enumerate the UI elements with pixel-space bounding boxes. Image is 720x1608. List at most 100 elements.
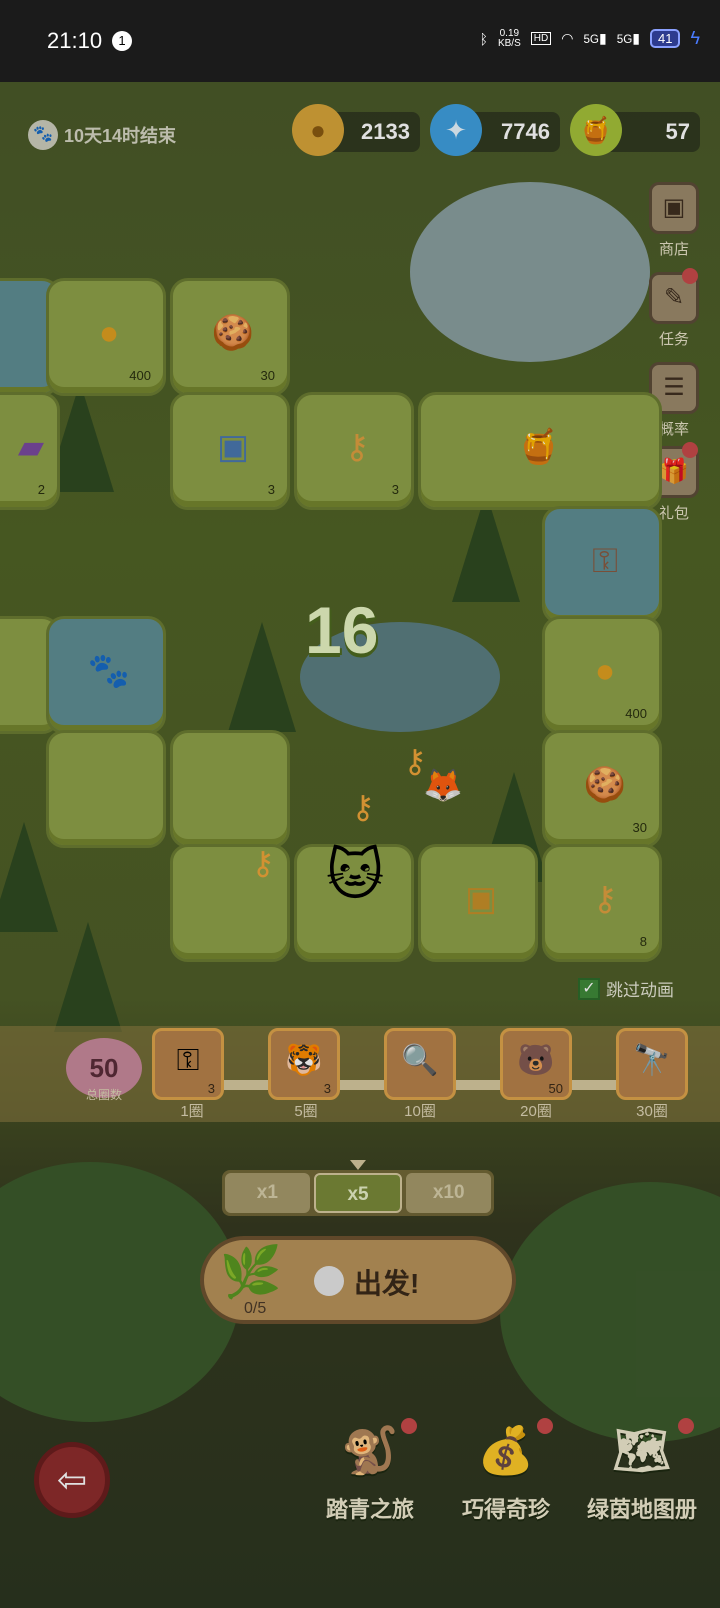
lap-progress-bar: 50 总圈数 ⚿ 3 1圈 🐯 3 5圈 🔍 10圈 🐻 50 20圈 🔭 30… (0, 1026, 720, 1122)
special-key-icon: ⚿ (592, 542, 618, 580)
milestone-label: 20圈 (520, 1103, 552, 1120)
blue-chest-icon: ▣ (216, 428, 250, 466)
bush-scenery (500, 1182, 720, 1442)
notification-badge: 1 (112, 31, 132, 51)
board-tile: 🍪 30 (170, 278, 290, 396)
nav-treasure[interactable]: 💰 巧得奇珍 (441, 1412, 571, 1524)
paw-icon: 🐾 (28, 120, 58, 150)
board-tile: ▣ (418, 844, 538, 962)
multiplier-x1[interactable]: x1 (225, 1173, 310, 1213)
multiplier-x5[interactable]: x5 (313, 1173, 403, 1213)
telescope-icon: 🔭 (633, 1044, 671, 1077)
skip-animation-toggle[interactable]: ✓ 跳过动画 (578, 976, 674, 1001)
coin-icon: ● (292, 104, 344, 156)
board-tile: ● 400 (542, 616, 662, 734)
map-album-icon: 🗺 (612, 1424, 672, 1476)
side-button-shop[interactable]: ▣ 商店 (644, 182, 704, 259)
status-bar: 21:10 1 ᛒ 0.19 KB/S HD ◠ 5G▮ 5G▮ 41 ϟ (0, 0, 720, 82)
honey-jar-icon: 🍯 (517, 428, 561, 466)
side-button-tasks[interactable]: ✎ 任务 (644, 268, 704, 349)
multiplier-selector: x1 x5 x10 (222, 1170, 494, 1216)
go-button[interactable]: 🌿 0/5 出发! (200, 1236, 516, 1324)
honey-counter: 🍯 57 (570, 104, 700, 156)
clock: 21:10 (47, 28, 103, 53)
treasure-icon: 💰 (477, 1424, 535, 1476)
nav-journey[interactable]: 🐒 踏青之旅 (305, 1412, 435, 1524)
milestone-reward[interactable]: 🔍 (384, 1028, 456, 1100)
board-tile: ▣ 3 (170, 392, 290, 510)
biscuit-icon: 🍪 (211, 314, 255, 352)
coin-counter: ● 2133 (292, 104, 420, 156)
tree-scenery (54, 922, 122, 1032)
leaf-count: 0/5 (244, 1300, 267, 1317)
board-tile: 🐾 (46, 616, 166, 734)
fountain-scenery (410, 182, 650, 362)
nav-map-album[interactable]: 🗺 绿茵地图册 (572, 1412, 712, 1524)
bear-card-icon: 🐻 (517, 1044, 555, 1077)
board-tile: ⚷ 3 (294, 392, 414, 510)
milestone-label: 1圈 (180, 1103, 204, 1120)
signal-icon-1: 5G▮ (583, 30, 607, 46)
magnifier-icon: 🔍 (401, 1044, 439, 1077)
honey-jar-icon: 🍯 (570, 104, 622, 156)
key-icon: ⚿ (176, 1044, 200, 1077)
cat-box-icon: 🐯 (285, 1044, 323, 1077)
milestone-reward[interactable]: 🐻 50 (500, 1028, 572, 1100)
key-icon: ⚷ (344, 428, 370, 466)
journey-icon: 🐒 (341, 1424, 399, 1476)
milestone-reward[interactable]: 🐯 3 (268, 1028, 340, 1100)
hd-icon: HD (530, 32, 552, 45)
biscuit-icon: 🍪 (583, 766, 627, 804)
gem-counter[interactable]: ✦ 7746 (430, 104, 560, 156)
total-laps-label: 总圈数 (85, 1088, 122, 1102)
tree-scenery (228, 622, 296, 732)
board-tile: ▰ 2 (0, 392, 60, 510)
shop-icon: ▣ (649, 182, 699, 234)
key-icon: ⚷ (592, 880, 618, 918)
board-tile: ● 400 (46, 278, 166, 396)
board-tile (46, 730, 166, 848)
milestone-reward[interactable]: 🔭 (616, 1028, 688, 1100)
charging-icon: ϟ (690, 28, 700, 48)
milestone-label: 30圈 (636, 1103, 668, 1120)
milestone-label: 10圈 (404, 1103, 436, 1120)
gold-chest-icon: ▣ (464, 880, 498, 918)
board-tile-honey: 🍯 (418, 392, 662, 510)
notification-dot (537, 1418, 553, 1434)
flying-key-icon: ⚷ (251, 845, 275, 881)
signal-icon-2: 5G▮ (616, 30, 640, 46)
purple-chest-icon: ▰ (17, 428, 45, 466)
coin-icon: ● (98, 314, 120, 352)
back-button[interactable]: ⇦ (34, 1442, 110, 1518)
gem-plus-icon[interactable]: ✦ (430, 104, 482, 156)
board-tile (170, 730, 290, 848)
go-button-label: 出发! (354, 1268, 420, 1299)
system-icons: ᛒ 0.19 KB/S HD ◠ 5G▮ 5G▮ 41 ϟ (480, 28, 700, 49)
event-timer-text: 10天14时结束 (64, 126, 177, 146)
dice-roll-number: 16 (305, 593, 379, 667)
board-tile: ⚷ 8 (542, 844, 662, 962)
checkbox-checked-icon[interactable]: ✓ (578, 977, 600, 1000)
wifi-icon: ◠ (561, 30, 574, 46)
fox-character-icon: 🦊 (423, 767, 463, 803)
multiplier-pointer-icon (350, 1160, 366, 1170)
game-screen: 🐾 10天14时结束 ● 2133 ✦ 7746 🍯 57 ▣ 商店 ✎ 任务 … (0, 82, 720, 1608)
milestone-label: 5圈 (294, 1103, 318, 1120)
battery-icon: 41 (650, 29, 681, 48)
milestone-reward[interactable]: ⚿ 3 (152, 1028, 224, 1100)
board-tile: ⚿ (542, 506, 662, 624)
notification-dot (401, 1418, 417, 1434)
notification-dot (682, 268, 698, 284)
event-timer: 🐾 10天14时结束 (28, 120, 176, 150)
notification-dot (682, 442, 698, 458)
board-tile: 🍪 30 (542, 730, 662, 848)
network-speed: 0.19 KB/S (497, 27, 521, 49)
notification-dot (678, 1418, 694, 1434)
bluetooth-icon: ᛒ (479, 30, 488, 47)
flying-key-icon: ⚷ (351, 789, 375, 825)
player-character: 🐱 (325, 843, 385, 906)
touch-indicator (314, 1266, 344, 1296)
coin-icon: ● (594, 652, 616, 690)
multiplier-x10[interactable]: x10 (406, 1173, 492, 1213)
back-arrow-icon: ⇦ (56, 1459, 88, 1500)
